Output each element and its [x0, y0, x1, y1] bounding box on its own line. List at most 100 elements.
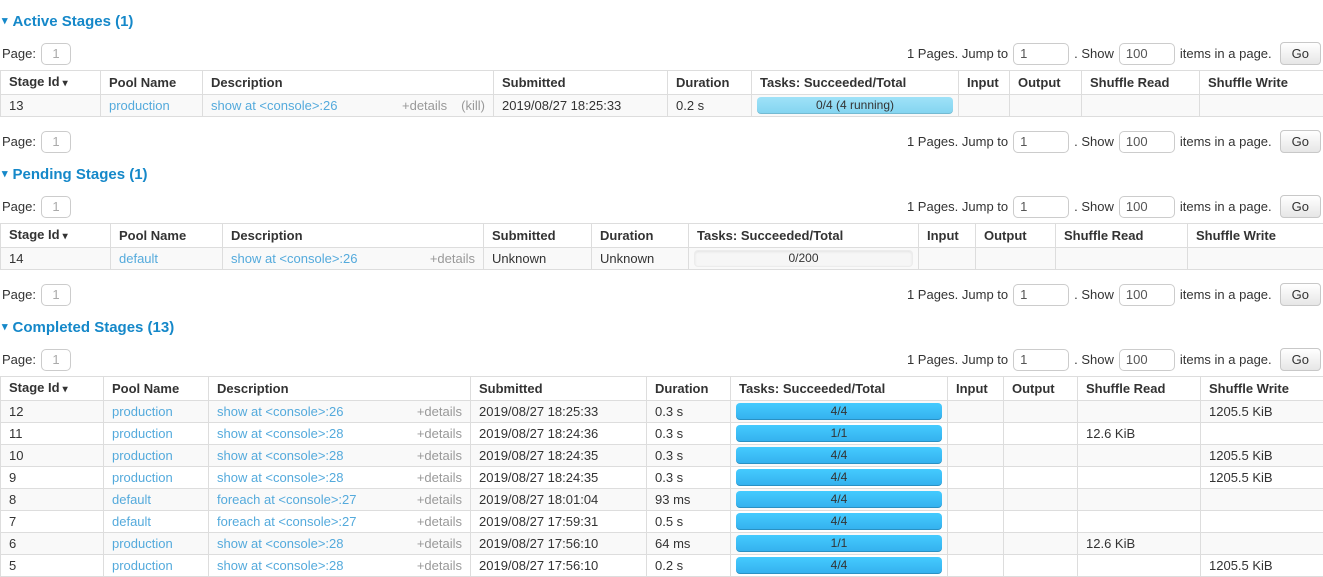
pool-name-cell: default [104, 489, 209, 511]
tasks-progress-bar: 1/1 [736, 425, 942, 442]
page-number-input[interactable] [41, 284, 71, 306]
pending-stages-heading[interactable]: ▾ Pending Stages (1) [2, 166, 1323, 183]
column-header-stage-id[interactable]: Stage Id▾ [1, 224, 111, 248]
column-header-shuffle-write[interactable]: Shuffle Write [1188, 224, 1323, 248]
column-header-output[interactable]: Output [1010, 71, 1082, 95]
jump-to-page-input[interactable] [1013, 43, 1069, 65]
details-toggle-link[interactable]: +details [417, 448, 462, 463]
submitted-cell: 2019/08/27 17:59:31 [471, 511, 647, 533]
column-header-duration[interactable]: Duration [668, 71, 752, 95]
column-header-pool-name[interactable]: Pool Name [101, 71, 203, 95]
stage-description-link[interactable]: show at <console>:28 [217, 536, 343, 551]
stage-description-link[interactable]: foreach at <console>:27 [217, 514, 357, 529]
tasks-progress-bar: 0/200 [694, 250, 913, 267]
go-button[interactable]: Go [1280, 348, 1321, 371]
jump-to-page-input[interactable] [1013, 196, 1069, 218]
pool-name-link[interactable]: production [112, 426, 173, 441]
pool-name-link[interactable]: production [109, 98, 170, 113]
details-toggle-link[interactable]: +details [417, 426, 462, 441]
details-toggle-link[interactable]: +details [430, 251, 475, 266]
table-header-row: Stage Id▾Pool NameDescriptionSubmittedDu… [1, 377, 1323, 401]
stage-description-link[interactable]: show at <console>:28 [217, 470, 343, 485]
column-header-pool-name[interactable]: Pool Name [111, 224, 223, 248]
show-items-input[interactable] [1119, 196, 1175, 218]
details-toggle-link[interactable]: +details [417, 404, 462, 419]
column-header-submitted[interactable]: Submitted [484, 224, 592, 248]
column-header-submitted[interactable]: Submitted [471, 377, 647, 401]
column-header-description[interactable]: Description [223, 224, 484, 248]
jump-to-page-input[interactable] [1013, 131, 1069, 153]
column-header-description[interactable]: Description [209, 377, 471, 401]
show-items-input[interactable] [1119, 349, 1175, 371]
output-cell [1004, 555, 1078, 577]
stage-description-link[interactable]: show at <console>:26 [231, 251, 357, 266]
submitted-cell: 2019/08/27 17:56:10 [471, 533, 647, 555]
details-toggle-link[interactable]: +details [417, 514, 462, 529]
pool-name-link[interactable]: default [119, 251, 158, 266]
jump-to-page-input[interactable] [1013, 284, 1069, 306]
column-header-pool-name[interactable]: Pool Name [104, 377, 209, 401]
pool-name-link[interactable]: default [112, 514, 151, 529]
column-header-duration[interactable]: Duration [647, 377, 731, 401]
column-header-shuffle-read[interactable]: Shuffle Read [1078, 377, 1201, 401]
jump-to-page-input[interactable] [1013, 349, 1069, 371]
column-header-output[interactable]: Output [1004, 377, 1078, 401]
section-title-text: Active Stages (1) [13, 13, 134, 30]
go-button[interactable]: Go [1280, 42, 1321, 65]
pagination-right: 1 Pages. Jump to . Show items in a page.… [907, 283, 1321, 306]
pagination-row: Page: 1 Pages. Jump to . Show items in a… [2, 195, 1321, 218]
page-number-input[interactable] [41, 349, 71, 371]
completed-stages-heading[interactable]: ▾ Completed Stages (13) [2, 319, 1323, 336]
pool-name-link[interactable]: production [112, 404, 173, 419]
pool-name-link[interactable]: production [112, 558, 173, 573]
stage-description-link[interactable]: foreach at <console>:27 [217, 492, 357, 507]
stage-description-link[interactable]: show at <console>:26 [217, 404, 343, 419]
stage-description-link[interactable]: show at <console>:26 [211, 98, 337, 113]
details-toggle-link[interactable]: +details [417, 470, 462, 485]
pool-name-link[interactable]: production [112, 448, 173, 463]
page-number-input[interactable] [41, 196, 71, 218]
details-toggle-link[interactable]: +details [417, 492, 462, 507]
go-button[interactable]: Go [1280, 283, 1321, 306]
show-items-input[interactable] [1119, 284, 1175, 306]
pool-name-link[interactable]: default [112, 492, 151, 507]
pool-name-link[interactable]: production [112, 470, 173, 485]
pagination-left: Page: [2, 196, 71, 218]
stage-description-link[interactable]: show at <console>:28 [217, 558, 343, 573]
column-header-shuffle-write[interactable]: Shuffle Write [1201, 377, 1323, 401]
column-header-duration[interactable]: Duration [592, 224, 689, 248]
column-header-shuffle-read[interactable]: Shuffle Read [1056, 224, 1188, 248]
details-toggle-link[interactable]: +details [417, 536, 462, 551]
column-header-tasks[interactable]: Tasks: Succeeded/Total [689, 224, 919, 248]
details-toggle-link[interactable]: +details [417, 558, 462, 573]
shuffle-read-cell [1056, 248, 1188, 270]
shuffle-write-cell [1201, 423, 1323, 445]
go-button[interactable]: Go [1280, 130, 1321, 153]
column-header-description[interactable]: Description [203, 71, 494, 95]
details-toggle-link[interactable]: +details [402, 98, 447, 113]
show-items-input[interactable] [1119, 43, 1175, 65]
column-header-label: Output [984, 228, 1027, 243]
go-button[interactable]: Go [1280, 195, 1321, 218]
active-stages-heading[interactable]: ▾ Active Stages (1) [2, 13, 1323, 30]
column-header-tasks[interactable]: Tasks: Succeeded/Total [731, 377, 948, 401]
column-header-submitted[interactable]: Submitted [494, 71, 668, 95]
tasks-progress-bar: 1/1 [736, 535, 942, 552]
column-header-stage-id[interactable]: Stage Id▾ [1, 377, 104, 401]
column-header-tasks[interactable]: Tasks: Succeeded/Total [752, 71, 959, 95]
column-header-shuffle-write[interactable]: Shuffle Write [1200, 71, 1323, 95]
column-header-input[interactable]: Input [959, 71, 1010, 95]
column-header-input[interactable]: Input [948, 377, 1004, 401]
column-header-shuffle-read[interactable]: Shuffle Read [1082, 71, 1200, 95]
column-header-input[interactable]: Input [919, 224, 976, 248]
column-header-output[interactable]: Output [976, 224, 1056, 248]
page-number-input[interactable] [41, 131, 71, 153]
show-items-input[interactable] [1119, 131, 1175, 153]
stage-row: 14defaultshow at <console>:26+detailsUnk… [1, 248, 1323, 270]
kill-stage-link[interactable]: (kill) [461, 98, 485, 113]
pool-name-link[interactable]: production [112, 536, 173, 551]
stage-description-link[interactable]: show at <console>:28 [217, 426, 343, 441]
page-number-input[interactable] [41, 43, 71, 65]
stage-description-link[interactable]: show at <console>:28 [217, 448, 343, 463]
column-header-stage-id[interactable]: Stage Id▾ [1, 71, 101, 95]
